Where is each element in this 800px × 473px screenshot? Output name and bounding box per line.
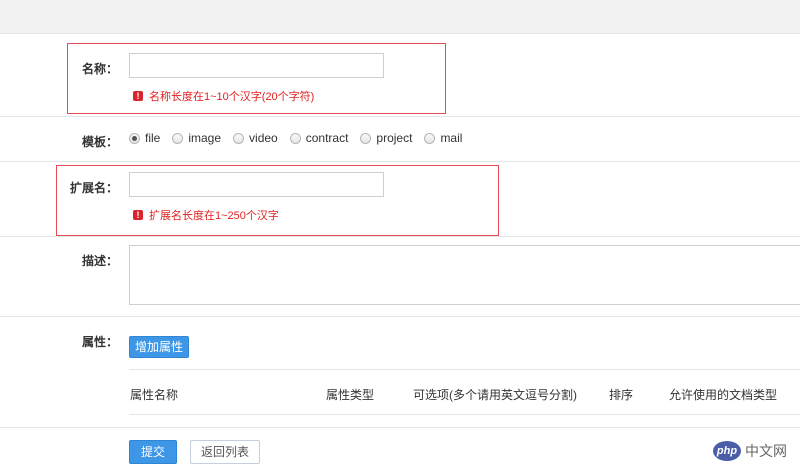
radio-image-label: image <box>188 131 222 145</box>
watermark-text: 中文网 <box>745 443 787 459</box>
column-header-allowed-types: 允许使用的文档类型 <box>669 388 778 402</box>
column-header-name: 属性名称 <box>130 388 179 402</box>
divider <box>0 316 800 317</box>
attributes-table-top-border <box>129 369 800 370</box>
radio-checked-icon[interactable] <box>129 132 140 144</box>
php-logo: php <box>713 441 741 461</box>
column-header-order: 排序 <box>609 388 634 402</box>
watermark: php 中文网 <box>713 441 787 461</box>
extension-error: ! 扩展名长度在1~250个汉字 <box>133 207 279 223</box>
radio-video-label: video <box>249 131 278 145</box>
attributes-label: 属性： <box>81 335 118 349</box>
back-to-list-button[interactable]: 返回列表 <box>190 440 260 464</box>
radio-mail[interactable]: mail <box>424 131 462 145</box>
radio-icon[interactable] <box>233 132 245 144</box>
template-radio-group: file image video contract project mail <box>129 131 474 145</box>
error-icon: ! <box>133 210 143 220</box>
radio-project-label: project <box>376 131 413 145</box>
radio-icon[interactable] <box>289 132 301 144</box>
description-label: 描述： <box>81 254 118 268</box>
radio-project[interactable]: project <box>360 131 412 145</box>
radio-contract-label: contract <box>305 131 349 145</box>
divider <box>0 236 800 237</box>
radio-image[interactable]: image <box>172 131 221 145</box>
add-attribute-button[interactable]: 增加属性 <box>129 336 189 358</box>
attributes-table-bottom-border <box>129 414 800 415</box>
column-header-type: 属性类型 <box>326 388 375 402</box>
description-textarea[interactable] <box>129 245 800 305</box>
radio-icon[interactable] <box>172 132 184 144</box>
divider <box>0 161 800 162</box>
name-error-text: 名称长度在1~10个汉字(20个字符) <box>149 91 315 103</box>
radio-icon[interactable] <box>424 132 436 144</box>
extension-error-text: 扩展名长度在1~250个汉字 <box>149 210 279 222</box>
radio-file-label: file <box>145 131 161 145</box>
column-header-options: 可选项(多个请用英文逗号分割) <box>413 388 577 402</box>
radio-mail-label: mail <box>440 131 463 145</box>
extension-error-box <box>56 165 499 236</box>
radio-contract[interactable]: contract <box>289 131 349 145</box>
template-label: 模板： <box>81 135 118 149</box>
radio-icon[interactable] <box>360 132 372 144</box>
divider <box>0 427 800 428</box>
name-error: ! 名称长度在1~10个汉字(20个字符) <box>133 88 314 104</box>
submit-button[interactable]: 提交 <box>129 440 177 464</box>
radio-video[interactable]: video <box>233 131 278 145</box>
divider <box>0 116 800 117</box>
radio-file[interactable]: file <box>129 131 160 145</box>
top-bar <box>0 0 800 34</box>
error-icon: ! <box>133 91 143 101</box>
